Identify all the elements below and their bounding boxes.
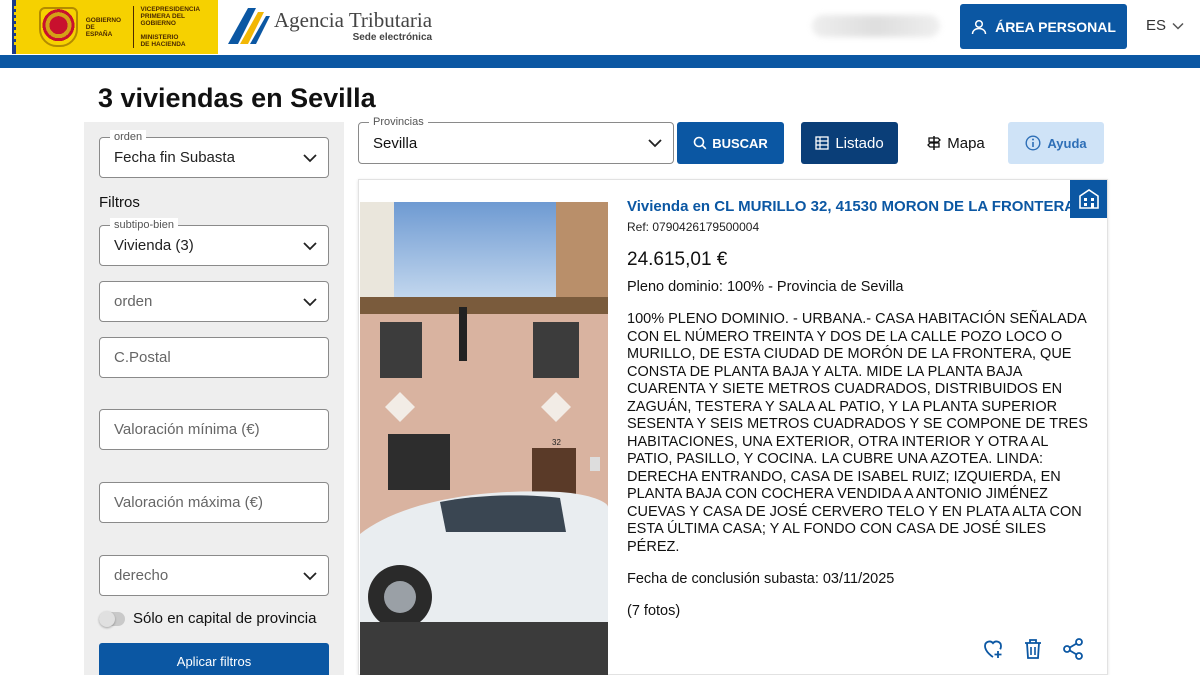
agencia-tributaria-logo[interactable]: Agencia Tributaria Sede electrónica bbox=[226, 6, 432, 46]
gov-line: MINISTERIO bbox=[133, 34, 218, 41]
government-of-spain-logo[interactable]: GOBIERNO DE ESPAÑA VICEPRESIDENCIA PRIME… bbox=[12, 0, 218, 54]
valoracion-minima-input[interactable]: Valoración mínima (€) bbox=[99, 409, 329, 450]
valoracion-maxima-input[interactable]: Valoración máxima (€) bbox=[99, 482, 329, 523]
listing-end-date: Fecha de conclusión subasta: 03/11/2025 bbox=[627, 571, 895, 587]
area-personal-button[interactable]: ÁREA PERSONAL bbox=[960, 4, 1127, 49]
subtipo-bien-label: subtipo-bien bbox=[110, 218, 178, 232]
signpost-icon bbox=[927, 136, 942, 150]
spain-flag-icon bbox=[12, 0, 34, 54]
site-header: GOBIERNO DE ESPAÑA VICEPRESIDENCIA PRIME… bbox=[0, 0, 1200, 55]
listing-card: 32 Vivienda en CL MURILLO 32, 41530 MORO… bbox=[358, 179, 1108, 675]
subtipo-bien-value: Vivienda (3) bbox=[114, 237, 194, 254]
listing-reference: Ref: 0790426179500004 bbox=[627, 220, 760, 234]
building-icon bbox=[1070, 180, 1107, 218]
chevron-down-icon bbox=[303, 154, 317, 163]
derecho-select[interactable]: derecho bbox=[99, 555, 329, 596]
capital-provincia-toggle-row: Sólo en capital de provincia bbox=[99, 610, 316, 627]
listing-description: 100% PLENO DOMINIO. - URBANA.- CASA HABI… bbox=[627, 311, 1088, 555]
house-number: 32 bbox=[552, 438, 561, 447]
mapa-view-button[interactable]: Mapa bbox=[916, 122, 996, 164]
area-personal-label: ÁREA PERSONAL bbox=[995, 18, 1116, 35]
gov-text-right: VICEPRESIDENCIA PRIMERA DEL GOBIERNO MIN… bbox=[129, 6, 218, 48]
chevron-down-icon bbox=[1172, 22, 1184, 30]
gov-line: GOBIERNO bbox=[85, 16, 122, 24]
listing-photo-count[interactable]: (7 fotos) bbox=[627, 603, 680, 619]
provincias-value: Sevilla bbox=[373, 134, 418, 152]
chevron-down-icon bbox=[303, 242, 317, 251]
page-title: 3 viviendas en Sevilla bbox=[98, 83, 376, 113]
ayuda-label: Ayuda bbox=[1047, 135, 1087, 151]
orden-secondary-select[interactable]: orden bbox=[99, 281, 329, 322]
mapa-label: Mapa bbox=[947, 134, 985, 152]
user-icon bbox=[971, 19, 987, 34]
provincias-label: Provincias bbox=[369, 115, 428, 129]
chevron-down-icon bbox=[303, 572, 317, 581]
apply-filters-label: Aplicar filtros bbox=[176, 653, 252, 669]
subtipo-bien-select[interactable]: subtipo-bien Vivienda (3) bbox=[99, 218, 329, 266]
orden-select-value: Fecha fin Subasta bbox=[114, 149, 235, 166]
orden-select[interactable]: orden Fecha fin Subasta bbox=[99, 130, 329, 178]
orden-select-label: orden bbox=[110, 130, 147, 144]
buscar-label: BUSCAR bbox=[712, 135, 768, 151]
filters-heading: Filtros bbox=[99, 194, 140, 211]
share-icon[interactable] bbox=[1061, 637, 1085, 661]
info-icon bbox=[1025, 135, 1041, 151]
chevron-down-icon bbox=[303, 298, 317, 307]
valoracion-minima-placeholder: Valoración mínima (€) bbox=[114, 421, 260, 438]
gov-line: PRIMERA DEL GOBIERNO bbox=[133, 13, 218, 27]
listing-actions bbox=[981, 637, 1085, 661]
spain-coat-of-arms-icon bbox=[39, 7, 78, 47]
listado-view-button[interactable]: Listado bbox=[801, 122, 898, 164]
blurred-user-name bbox=[812, 15, 940, 37]
capital-provincia-toggle[interactable] bbox=[99, 610, 125, 627]
language-selector[interactable]: ES bbox=[1146, 17, 1184, 34]
gov-line: DE ESPAÑA bbox=[85, 23, 113, 38]
language-label: ES bbox=[1146, 17, 1167, 34]
provincias-select[interactable]: Provincias Sevilla bbox=[358, 115, 674, 164]
gov-line: VICEPRESIDENCIA bbox=[133, 6, 218, 13]
chevron-down-icon bbox=[648, 139, 662, 148]
derecho-placeholder: derecho bbox=[114, 567, 169, 584]
gov-text-left: GOBIERNO DE ESPAÑA bbox=[86, 17, 122, 38]
listing-title-link[interactable]: Vivienda en CL MURILLO 32, 41530 MORON D… bbox=[627, 198, 1075, 215]
orden-secondary-placeholder: orden bbox=[114, 293, 153, 310]
trash-icon[interactable] bbox=[1021, 637, 1045, 661]
ayuda-button[interactable]: Ayuda bbox=[1008, 122, 1104, 164]
search-icon bbox=[693, 136, 707, 150]
agencia-tributaria-mark-icon bbox=[228, 8, 270, 44]
codigo-postal-input[interactable]: C.Postal bbox=[99, 337, 329, 378]
capital-provincia-label: Sólo en capital de provincia bbox=[133, 610, 317, 627]
agency-name: Agencia Tributaria bbox=[274, 8, 433, 32]
listado-label: Listado bbox=[835, 134, 884, 152]
header-accent-bar bbox=[0, 55, 1200, 68]
favorite-add-icon[interactable] bbox=[981, 637, 1005, 661]
apply-filters-button[interactable]: Aplicar filtros bbox=[99, 643, 329, 675]
property-photo[interactable]: 32 bbox=[360, 202, 608, 675]
filters-sidebar: orden Fecha fin Subasta Filtros subtipo-… bbox=[84, 122, 344, 675]
codigo-postal-placeholder: C.Postal bbox=[114, 349, 171, 366]
list-icon bbox=[815, 136, 829, 150]
listing-price: 24.615,01 € bbox=[627, 249, 728, 270]
agency-subtitle: Sede electrónica bbox=[352, 32, 433, 43]
gov-line: DE HACIENDA bbox=[133, 41, 218, 48]
valoracion-maxima-placeholder: Valoración máxima (€) bbox=[114, 494, 263, 511]
buscar-button[interactable]: BUSCAR bbox=[677, 122, 784, 164]
gov-line-spacer bbox=[133, 27, 218, 34]
listing-ownership: Pleno dominio: 100% - Provincia de Sevil… bbox=[627, 279, 904, 295]
